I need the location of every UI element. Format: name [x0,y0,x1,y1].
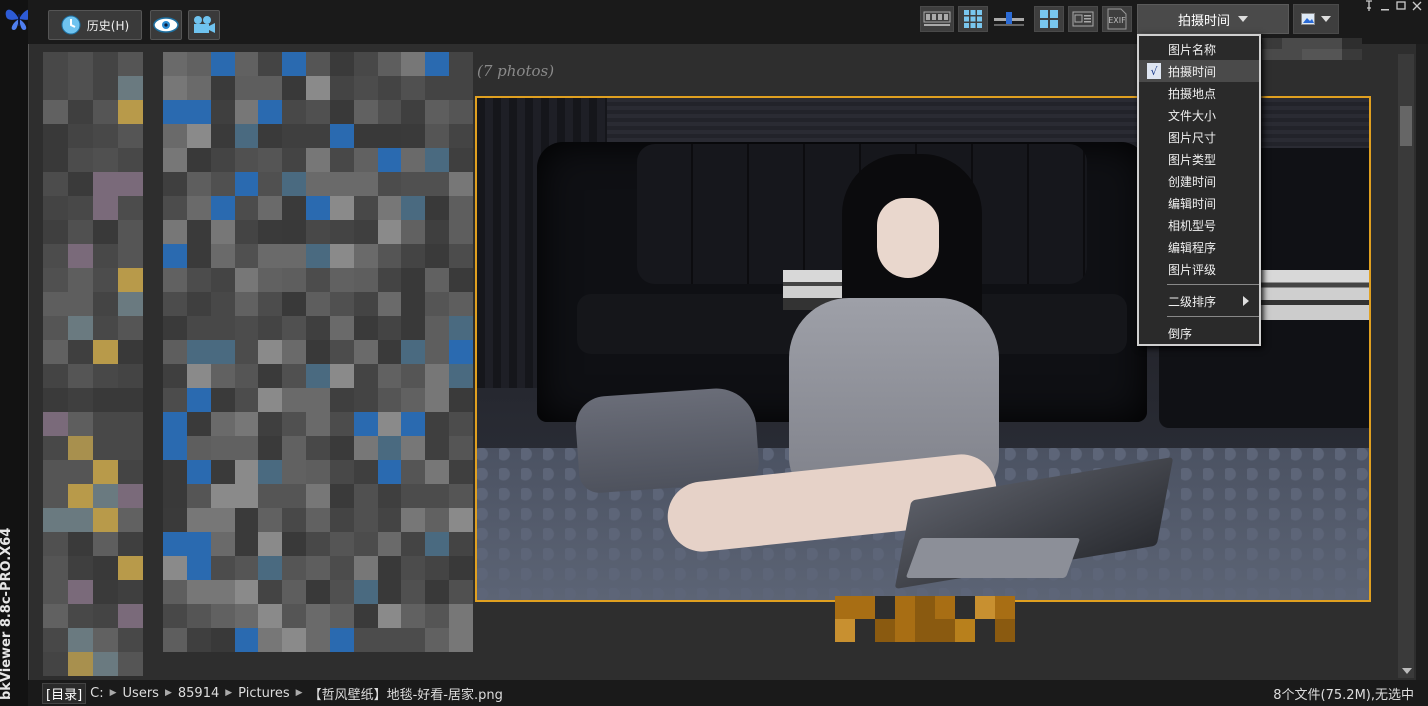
menu-item-label: 图片类型 [1168,152,1217,167]
filmstrip-icon [923,11,951,26]
status-bar: [目录] C: ▶ Users ▶ 85914 ▶ Pictures ▶ 【哲风… [28,680,1428,706]
sort-by-location[interactable]: 拍摄地点 [1139,82,1259,104]
exif-button[interactable]: EXIF [1102,6,1132,32]
sort-by-created[interactable]: 创建时间 [1139,170,1259,192]
menu-item-label: 倒序 [1168,326,1193,341]
menu-divider [1167,316,1259,317]
menu-item-label: 创建时间 [1168,174,1217,189]
menu-item-label: 图片尺寸 [1168,130,1217,145]
view-button[interactable] [150,10,182,40]
sort-menu: 图片名称 √ 拍摄时间 拍摄地点 文件大小 图片尺寸 图片类型 创建时间 编辑时… [1137,34,1261,346]
exif-label: EXIF [1108,16,1126,25]
menu-item-label: 编辑时间 [1168,196,1217,211]
menu-item-label: 图片评级 [1168,262,1217,277]
menu-item-label: 拍摄地点 [1168,86,1217,101]
chevron-down-icon [1321,16,1331,22]
folder-thumbnail-column[interactable] [43,52,143,678]
menu-item-label: 图片名称 [1168,42,1217,57]
breadcrumb-item[interactable]: 85914 [178,686,219,701]
sort-by-dimensions[interactable]: 图片尺寸 [1139,126,1259,148]
breadcrumb-file[interactable]: 【哲风壁纸】地毯-好看-居家.png [309,684,503,703]
chevron-right-icon: ▶ [295,688,303,698]
brand-strip: bkViewer 8.8c-PRO.X64 [0,0,33,706]
menu-item-label: 文件大小 [1168,108,1217,123]
directory-tag[interactable]: [目录] [42,682,87,704]
filmstrip-view-button[interactable] [920,6,954,32]
grid-9-view-button[interactable] [958,6,988,32]
breadcrumb-item[interactable]: Users [123,686,159,701]
clock-icon [61,15,81,35]
slider-icon [994,12,1024,26]
chevron-down-icon [1238,16,1248,22]
thumbnail-size-slider[interactable] [994,6,1024,32]
eye-icon [153,17,179,33]
menu-item-label: 拍摄时间 [1168,64,1217,79]
menu-divider [1167,284,1259,285]
grid-9-icon [964,10,982,28]
sort-by-modified[interactable]: 编辑时间 [1139,192,1259,214]
sort-by-camera[interactable]: 相机型号 [1139,214,1259,236]
menu-item-label: 二级排序 [1168,294,1217,309]
image-icon [1301,13,1315,25]
grid-4-icon [1040,10,1058,28]
image-view-button[interactable] [1293,4,1339,34]
pixelated-region [1262,38,1362,60]
close-icon[interactable] [1412,0,1422,12]
breadcrumb-item[interactable]: Pictures [238,686,289,701]
history-label: 历史(H) [86,18,130,33]
menu-item-label: 编辑程序 [1168,240,1217,255]
reverse-order[interactable]: 倒序 [1139,322,1259,344]
secondary-sort[interactable]: 二级排序 [1139,290,1259,312]
pixelated-thumbnails [163,52,473,672]
chevron-right-icon [1243,296,1249,306]
pixelated-caption [835,596,1015,642]
pin-icon[interactable] [1364,0,1374,12]
sort-by-type[interactable]: 图片类型 [1139,148,1259,170]
chevron-right-icon: ▶ [164,688,172,698]
minimize-icon[interactable] [1380,0,1390,12]
scroll-down-arrow-icon[interactable] [1402,668,1412,674]
sort-by-software[interactable]: 编辑程序 [1139,236,1259,258]
chevron-right-icon: ▶ [109,688,117,698]
chevron-right-icon: ▶ [225,688,233,698]
pixelated-thumbnails [43,52,143,678]
sort-label: 拍摄时间 [1177,13,1230,29]
sort-by-rating[interactable]: 图片评级 [1139,258,1259,280]
checkmark-icon: √ [1147,63,1161,79]
slideshow-button[interactable] [188,10,220,40]
history-button[interactable]: 历史(H) [48,10,142,40]
maximize-icon[interactable] [1396,0,1406,12]
vertical-scrollbar[interactable] [1398,54,1414,678]
sort-by-file-size[interactable]: 文件大小 [1139,104,1259,126]
grid-4-view-button[interactable] [1034,6,1064,32]
info-panel-button[interactable] [1068,6,1098,32]
breadcrumb-item[interactable]: C: [90,686,103,701]
scrollbar-thumb[interactable] [1400,106,1412,146]
menu-item-label: 相机型号 [1168,218,1217,233]
camera-icon [194,16,215,33]
app-title: bkViewer 8.8c-PRO.X64 [0,527,14,700]
sort-dropdown-button[interactable]: 拍摄时间 [1137,4,1289,34]
breadcrumb: [目录] C: ▶ Users ▶ 85914 ▶ Pictures ▶ 【哲风… [42,682,503,704]
window-controls [1364,0,1422,12]
info-panel-icon [1072,11,1094,27]
photo-count: (7 photos) [477,62,555,80]
file-summary: 8个文件(75.2M),无选中 [1273,687,1414,703]
sort-by-capture-time[interactable]: √ 拍摄时间 [1139,60,1259,82]
sort-by-name[interactable]: 图片名称 [1139,38,1259,60]
thumbnail-grid[interactable] [163,52,473,672]
